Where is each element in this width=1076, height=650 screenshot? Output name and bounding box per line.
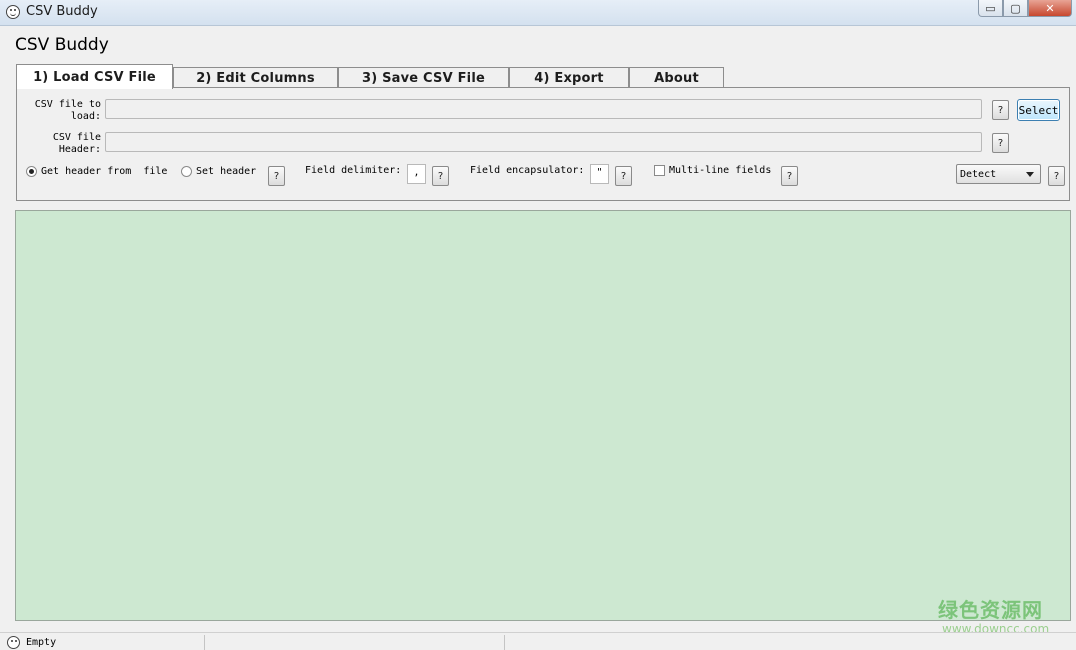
csv-file-header-label: CSV file Header: <box>52 132 101 155</box>
csv-file-path-input[interactable] <box>105 99 982 119</box>
csv-file-header-input[interactable] <box>105 132 982 152</box>
load-csv-panel: CSV file to load: ? Select CSV file Head… <box>16 87 1070 201</box>
field-delimiter-label: Field delimiter: <box>305 165 402 176</box>
title-bar[interactable]: CSV Buddy ▭ ▢ ✕ <box>0 0 1076 26</box>
detect-help-button[interactable]: ? <box>1048 166 1065 186</box>
maximize-icon: ▢ <box>1010 1 1021 15</box>
help-icon: ? <box>273 170 280 182</box>
tab-load-csv-file[interactable]: 1) Load CSV File <box>16 64 173 89</box>
header-mode-help-button[interactable]: ? <box>268 166 285 186</box>
status-text: Empty <box>26 637 57 648</box>
help-icon: ? <box>1053 170 1060 182</box>
help-icon: ? <box>620 170 627 182</box>
minimize-icon: ▭ <box>985 1 996 15</box>
status-divider <box>504 635 505 650</box>
app-header-title: CSV Buddy <box>15 35 109 55</box>
status-smiley-icon <box>7 636 20 649</box>
help-icon: ? <box>437 170 444 182</box>
help-icon: ? <box>997 104 1004 116</box>
radio-checked-icon <box>26 166 37 177</box>
multiline-fields-checkbox[interactable]: Multi-line fields <box>654 165 771 176</box>
csv-file-to-load-label: CSV file to load: <box>34 99 101 122</box>
status-bar: Empty <box>0 632 1076 650</box>
header-help-button[interactable]: ? <box>992 133 1009 153</box>
get-header-label: Get header from file <box>41 166 168 177</box>
window-controls: ▭ ▢ ✕ <box>978 0 1072 18</box>
watermark-text: 绿色资源网 <box>938 598 1043 622</box>
delimiter-help-button[interactable]: ? <box>432 166 449 186</box>
minimize-button[interactable]: ▭ <box>978 0 1003 17</box>
tab-about[interactable]: About <box>629 67 724 88</box>
help-icon: ? <box>786 170 793 182</box>
maximize-button[interactable]: ▢ <box>1003 0 1028 17</box>
radio-unchecked-icon <box>181 166 192 177</box>
status-divider <box>204 635 205 650</box>
field-encapsulator-input[interactable]: " <box>590 164 609 184</box>
tab-export[interactable]: 4) Export <box>509 67 629 88</box>
field-delimiter-input[interactable]: , <box>407 164 426 184</box>
close-icon: ✕ <box>1045 1 1055 15</box>
watermark-logo: 绿色资源网 www.downcc.com <box>938 598 1049 636</box>
checkbox-unchecked-icon <box>654 165 665 176</box>
close-button[interactable]: ✕ <box>1028 0 1072 17</box>
tab-edit-columns[interactable]: 2) Edit Columns <box>173 67 338 88</box>
tab-save-csv-file[interactable]: 3) Save CSV File <box>338 67 509 88</box>
set-header-label: Set header <box>196 166 257 177</box>
field-encapsulator-label: Field encapsulator: <box>470 165 585 176</box>
help-icon: ? <box>997 137 1004 149</box>
multiline-fields-label: Multi-line fields <box>669 165 772 176</box>
select-file-button[interactable]: Select <box>1017 99 1060 121</box>
encapsulator-help-button[interactable]: ? <box>615 166 632 186</box>
multiline-help-button[interactable]: ? <box>781 166 798 186</box>
csv-data-grid[interactable] <box>15 210 1071 621</box>
get-header-from-file-radio[interactable]: Get header from file <box>26 166 167 177</box>
chevron-down-icon <box>1026 172 1034 177</box>
detect-dropdown-value: Detect <box>960 168 997 180</box>
csv-file-help-button[interactable]: ? <box>992 100 1009 120</box>
detect-dropdown[interactable]: Detect <box>956 164 1041 184</box>
window-title: CSV Buddy <box>26 4 98 19</box>
set-header-radio[interactable]: Set header <box>181 166 256 177</box>
app-smiley-icon <box>6 5 20 19</box>
